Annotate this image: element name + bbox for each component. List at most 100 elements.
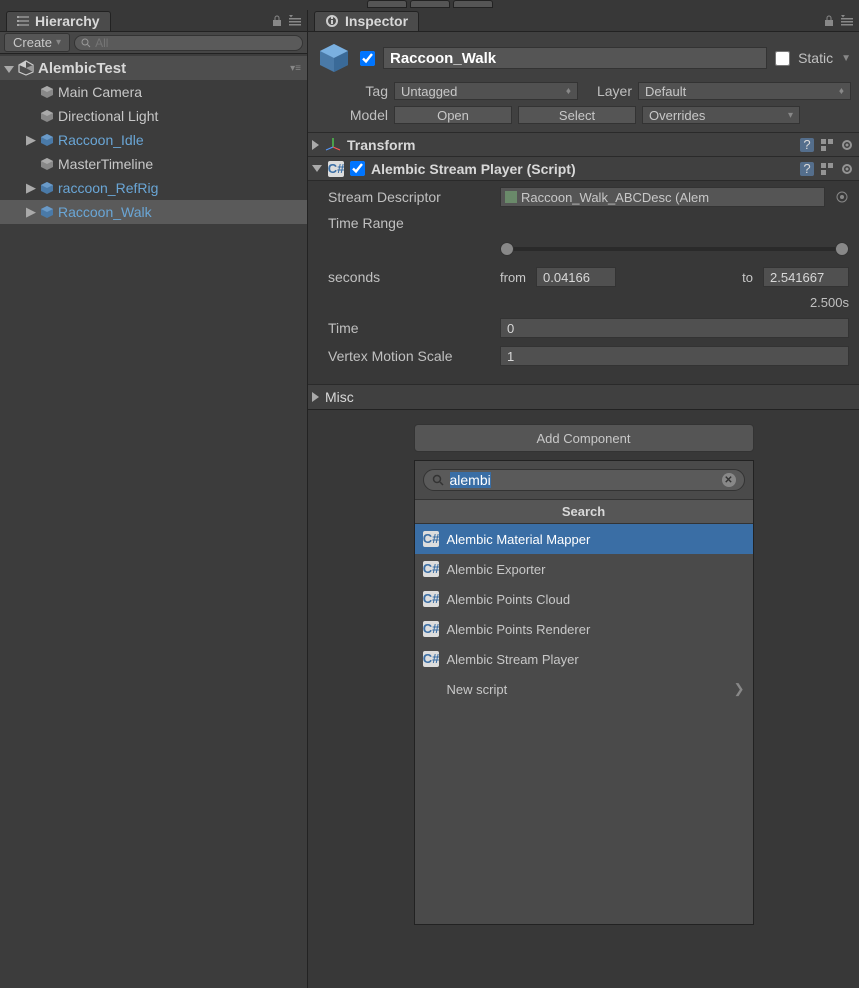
component-item[interactable]: C# Alembic Material Mapper	[415, 524, 753, 554]
alembic-stream-player-header[interactable]: C# Alembic Stream Player (Script) ?	[308, 157, 859, 181]
time-range-slider[interactable]	[500, 239, 849, 259]
component-item[interactable]: C# Alembic Points Cloud	[415, 584, 753, 614]
hierarchy-tree[interactable]: AlembicTest ▾≡ Main Camera Directional L…	[0, 54, 307, 988]
gameobject-icon	[40, 109, 54, 123]
tree-row[interactable]: ▶ Raccoon_Idle	[0, 128, 307, 152]
add-component-popup: ✕ Search C# Alembic Material Mapper C# A…	[414, 460, 754, 925]
prefab-icon	[40, 181, 54, 195]
inspector-panel: Inspector Static ▼	[308, 10, 859, 988]
svg-text:C#: C#	[423, 651, 439, 666]
foldout-icon	[312, 165, 322, 172]
popup-section-header: Search	[415, 499, 753, 524]
preset-icon[interactable]	[819, 161, 835, 177]
cs-script-icon: C#	[423, 561, 439, 577]
prefab-icon	[40, 133, 54, 147]
search-icon	[432, 474, 444, 486]
duration-label: 2.500s	[810, 295, 849, 310]
tag-dropdown[interactable]: Untagged♦	[394, 82, 578, 100]
inspector-tab-label: Inspector	[345, 13, 408, 29]
preset-icon[interactable]	[819, 137, 835, 153]
vertex-motion-scale-field[interactable]	[500, 346, 849, 366]
overrides-dropdown[interactable]: Overrides▾	[642, 106, 800, 124]
tree-row[interactable]: Directional Light	[0, 104, 307, 128]
select-button[interactable]: Select	[518, 106, 636, 124]
component-search[interactable]: ✕	[423, 469, 745, 491]
tab-hierarchy[interactable]: Hierarchy	[6, 11, 111, 31]
prefab-cube-icon	[316, 40, 352, 76]
step-button[interactable]	[453, 0, 493, 8]
hierarchy-icon	[17, 16, 29, 26]
cs-script-icon: C#	[423, 591, 439, 607]
svg-text:?: ?	[803, 137, 810, 152]
from-seconds-field[interactable]	[536, 267, 616, 287]
chevron-down-icon: ▾	[56, 37, 61, 48]
hierarchy-tab-label: Hierarchy	[35, 13, 100, 29]
cs-script-icon: C#	[328, 161, 344, 177]
context-menu-icon[interactable]	[289, 15, 301, 27]
prefab-icon	[40, 205, 54, 219]
tree-row[interactable]: Main Camera	[0, 80, 307, 104]
static-dropdown-icon[interactable]: ▼	[841, 53, 851, 64]
add-component-button[interactable]: Add Component	[414, 424, 754, 452]
component-search-input[interactable]	[450, 472, 716, 488]
tree-row[interactable]: MasterTimeline	[0, 152, 307, 176]
component-item[interactable]: C# Alembic Points Renderer	[415, 614, 753, 644]
time-field[interactable]	[500, 318, 849, 338]
unity-logo-icon	[18, 60, 34, 76]
scene-row[interactable]: AlembicTest ▾≡	[0, 56, 307, 80]
to-seconds-field[interactable]	[763, 267, 849, 287]
active-checkbox[interactable]	[360, 51, 375, 66]
cs-script-icon: C#	[423, 651, 439, 667]
tab-inspector[interactable]: Inspector	[314, 11, 419, 31]
clear-search-icon[interactable]: ✕	[722, 473, 736, 487]
svg-text:C#: C#	[423, 561, 439, 576]
asset-icon	[505, 191, 517, 203]
component-item[interactable]: C# Alembic Exporter	[415, 554, 753, 584]
svg-text:C#: C#	[328, 161, 344, 176]
chevron-right-icon: ❯	[734, 681, 745, 697]
gear-icon[interactable]	[839, 161, 855, 177]
stream-descriptor-field[interactable]: Raccoon_Walk_ABCDesc (Alem	[500, 187, 825, 207]
play-button[interactable]	[367, 0, 407, 8]
static-checkbox[interactable]	[775, 51, 790, 66]
hierarchy-search-input[interactable]	[95, 36, 296, 50]
help-icon[interactable]: ?	[799, 137, 815, 153]
transform-axes-icon	[325, 137, 341, 153]
component-item[interactable]: C# Alembic Stream Player	[415, 644, 753, 674]
new-script-item[interactable]: New script ❯	[415, 674, 753, 704]
inspector-icon	[325, 14, 339, 28]
object-picker-icon[interactable]	[835, 190, 849, 204]
pause-button[interactable]	[410, 0, 450, 8]
hierarchy-panel: Hierarchy Create ▾	[0, 10, 308, 988]
tree-row-selected[interactable]: ▶ Raccoon_Walk	[0, 200, 307, 224]
alembic-stream-player-body: Stream Descriptor Raccoon_Walk_ABCDesc (…	[308, 181, 859, 385]
lock-icon[interactable]	[271, 15, 283, 27]
tree-row[interactable]: ▶ raccoon_RefRig	[0, 176, 307, 200]
help-icon[interactable]: ?	[799, 161, 815, 177]
foldout-icon	[312, 392, 319, 402]
component-list: C# Alembic Material Mapper C# Alembic Ex…	[415, 524, 753, 924]
svg-text:C#: C#	[423, 531, 439, 546]
search-icon	[81, 38, 91, 48]
context-menu-icon[interactable]	[841, 15, 853, 27]
component-enable-checkbox[interactable]	[350, 161, 365, 176]
transform-header[interactable]: Transform ?	[308, 133, 859, 157]
svg-text:C#: C#	[423, 621, 439, 636]
hierarchy-search[interactable]	[74, 35, 303, 51]
lock-icon[interactable]	[823, 15, 835, 27]
cs-script-icon: C#	[423, 621, 439, 637]
gameobject-icon	[40, 157, 54, 171]
inspector-header: Static ▼ Tag Untagged♦ Layer Default♦	[308, 32, 859, 133]
scene-context-icon[interactable]: ▾≡	[290, 63, 307, 74]
object-name-field[interactable]	[383, 47, 767, 69]
cs-script-icon: C#	[423, 531, 439, 547]
open-button[interactable]: Open	[394, 106, 512, 124]
svg-text:C#: C#	[423, 591, 439, 606]
svg-text:?: ?	[803, 161, 810, 176]
gameobject-icon	[40, 85, 54, 99]
create-button[interactable]: Create ▾	[4, 33, 70, 52]
layer-dropdown[interactable]: Default♦	[638, 82, 851, 100]
top-toolbar	[0, 0, 859, 10]
gear-icon[interactable]	[839, 137, 855, 153]
misc-header[interactable]: Misc	[308, 385, 859, 409]
